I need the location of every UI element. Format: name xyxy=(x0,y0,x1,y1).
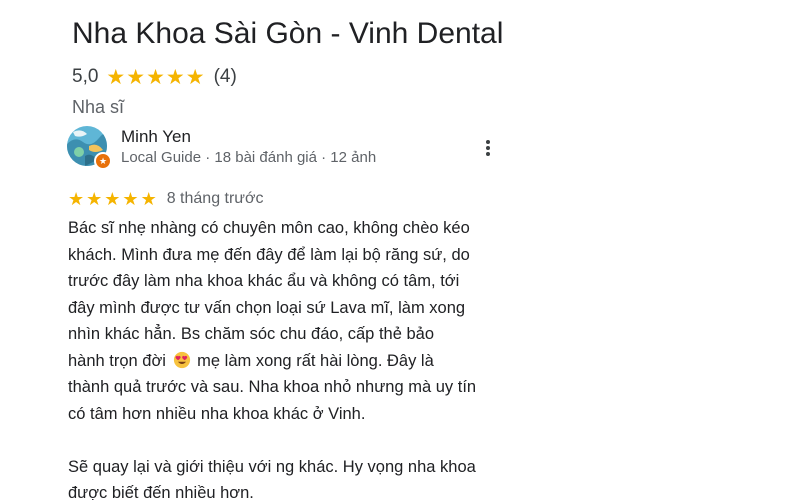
star-icon: ★ xyxy=(106,65,126,89)
review-rating-row: ★ ★ ★ ★ ★ 8 tháng trước xyxy=(68,188,264,210)
more-options-button[interactable] xyxy=(475,134,501,162)
star-icon: ★ xyxy=(146,65,165,89)
review-line: Bác sĩ nhẹ nhàng có chuyên môn cao, khôn… xyxy=(68,219,470,237)
review-line-part: mẹ làm xong rất hài lòng. Đây là xyxy=(197,351,434,370)
place-category[interactable]: Nha sĩ xyxy=(72,97,124,118)
reviewer-header: ★ Minh Yen Local Guide · 18 bài đánh giá… xyxy=(67,126,507,170)
rating-value: 5,0 xyxy=(72,66,99,87)
review-line: Sẽ quay lại và giới thiệu với ng khác. H… xyxy=(68,457,476,476)
star-icon: ★ xyxy=(126,65,146,89)
review-page: Nha Khoa Sài Gòn - Vinh Dental 5,0 ★ ★ ★… xyxy=(0,0,800,500)
local-guide-badge-icon: ★ xyxy=(94,152,112,170)
review-line: khách. Mình đưa mẹ đến đây để làm lại bộ… xyxy=(68,245,470,264)
rating-stars: ★ ★ ★ ★ ★ xyxy=(106,67,205,88)
star-icon: ★ xyxy=(86,189,103,209)
place-rating-row[interactable]: 5,0 ★ ★ ★ ★ ★ (4) xyxy=(72,64,237,90)
star-icon: ★ xyxy=(104,189,121,209)
review-line: nhìn khác hẳn. Bs chăm sóc chu đáo, cấp … xyxy=(68,325,434,343)
review-line: có tâm hơn nhiều nha khoa khác ở Vinh. xyxy=(68,404,366,423)
more-vert-icon xyxy=(486,140,490,156)
review-count[interactable]: (4) xyxy=(214,66,237,88)
star-icon: ★ xyxy=(122,189,139,209)
review-text: Bác sĩ nhẹ nhàng có chuyên môn cao, khôn… xyxy=(68,215,508,500)
star-icon: ★ xyxy=(165,65,185,89)
star-icon: ★ xyxy=(68,189,85,209)
place-title: Nha Khoa Sài Gòn - Vinh Dental xyxy=(72,17,504,50)
review-line: thành quả trước và sau. Nha khoa nhỏ như… xyxy=(68,378,477,396)
star-icon: ★ xyxy=(140,189,157,209)
review-line-part: hành trọn đời xyxy=(68,351,166,370)
review-time: 8 tháng trước xyxy=(166,190,264,207)
review-line-with-emoji: hành trọn đời mẹ làm xong rất hài lòng. … xyxy=(68,348,508,375)
review-line: được biết đến nhiều hơn. xyxy=(68,484,254,500)
review-line: đây mình được tư vấn chọn loại sứ Lava m… xyxy=(68,298,466,317)
reviewer-meta[interactable]: Local Guide · 18 bài đánh giá · 12 ảnh xyxy=(121,149,376,166)
avatar[interactable]: ★ xyxy=(67,126,112,170)
star-icon: ★ xyxy=(185,65,205,89)
heart-eyes-emoji xyxy=(173,351,190,368)
review-line: trước đây làm nha khoa khác ẩu và không … xyxy=(68,272,460,290)
reviewer-name[interactable]: Minh Yen xyxy=(121,127,191,147)
